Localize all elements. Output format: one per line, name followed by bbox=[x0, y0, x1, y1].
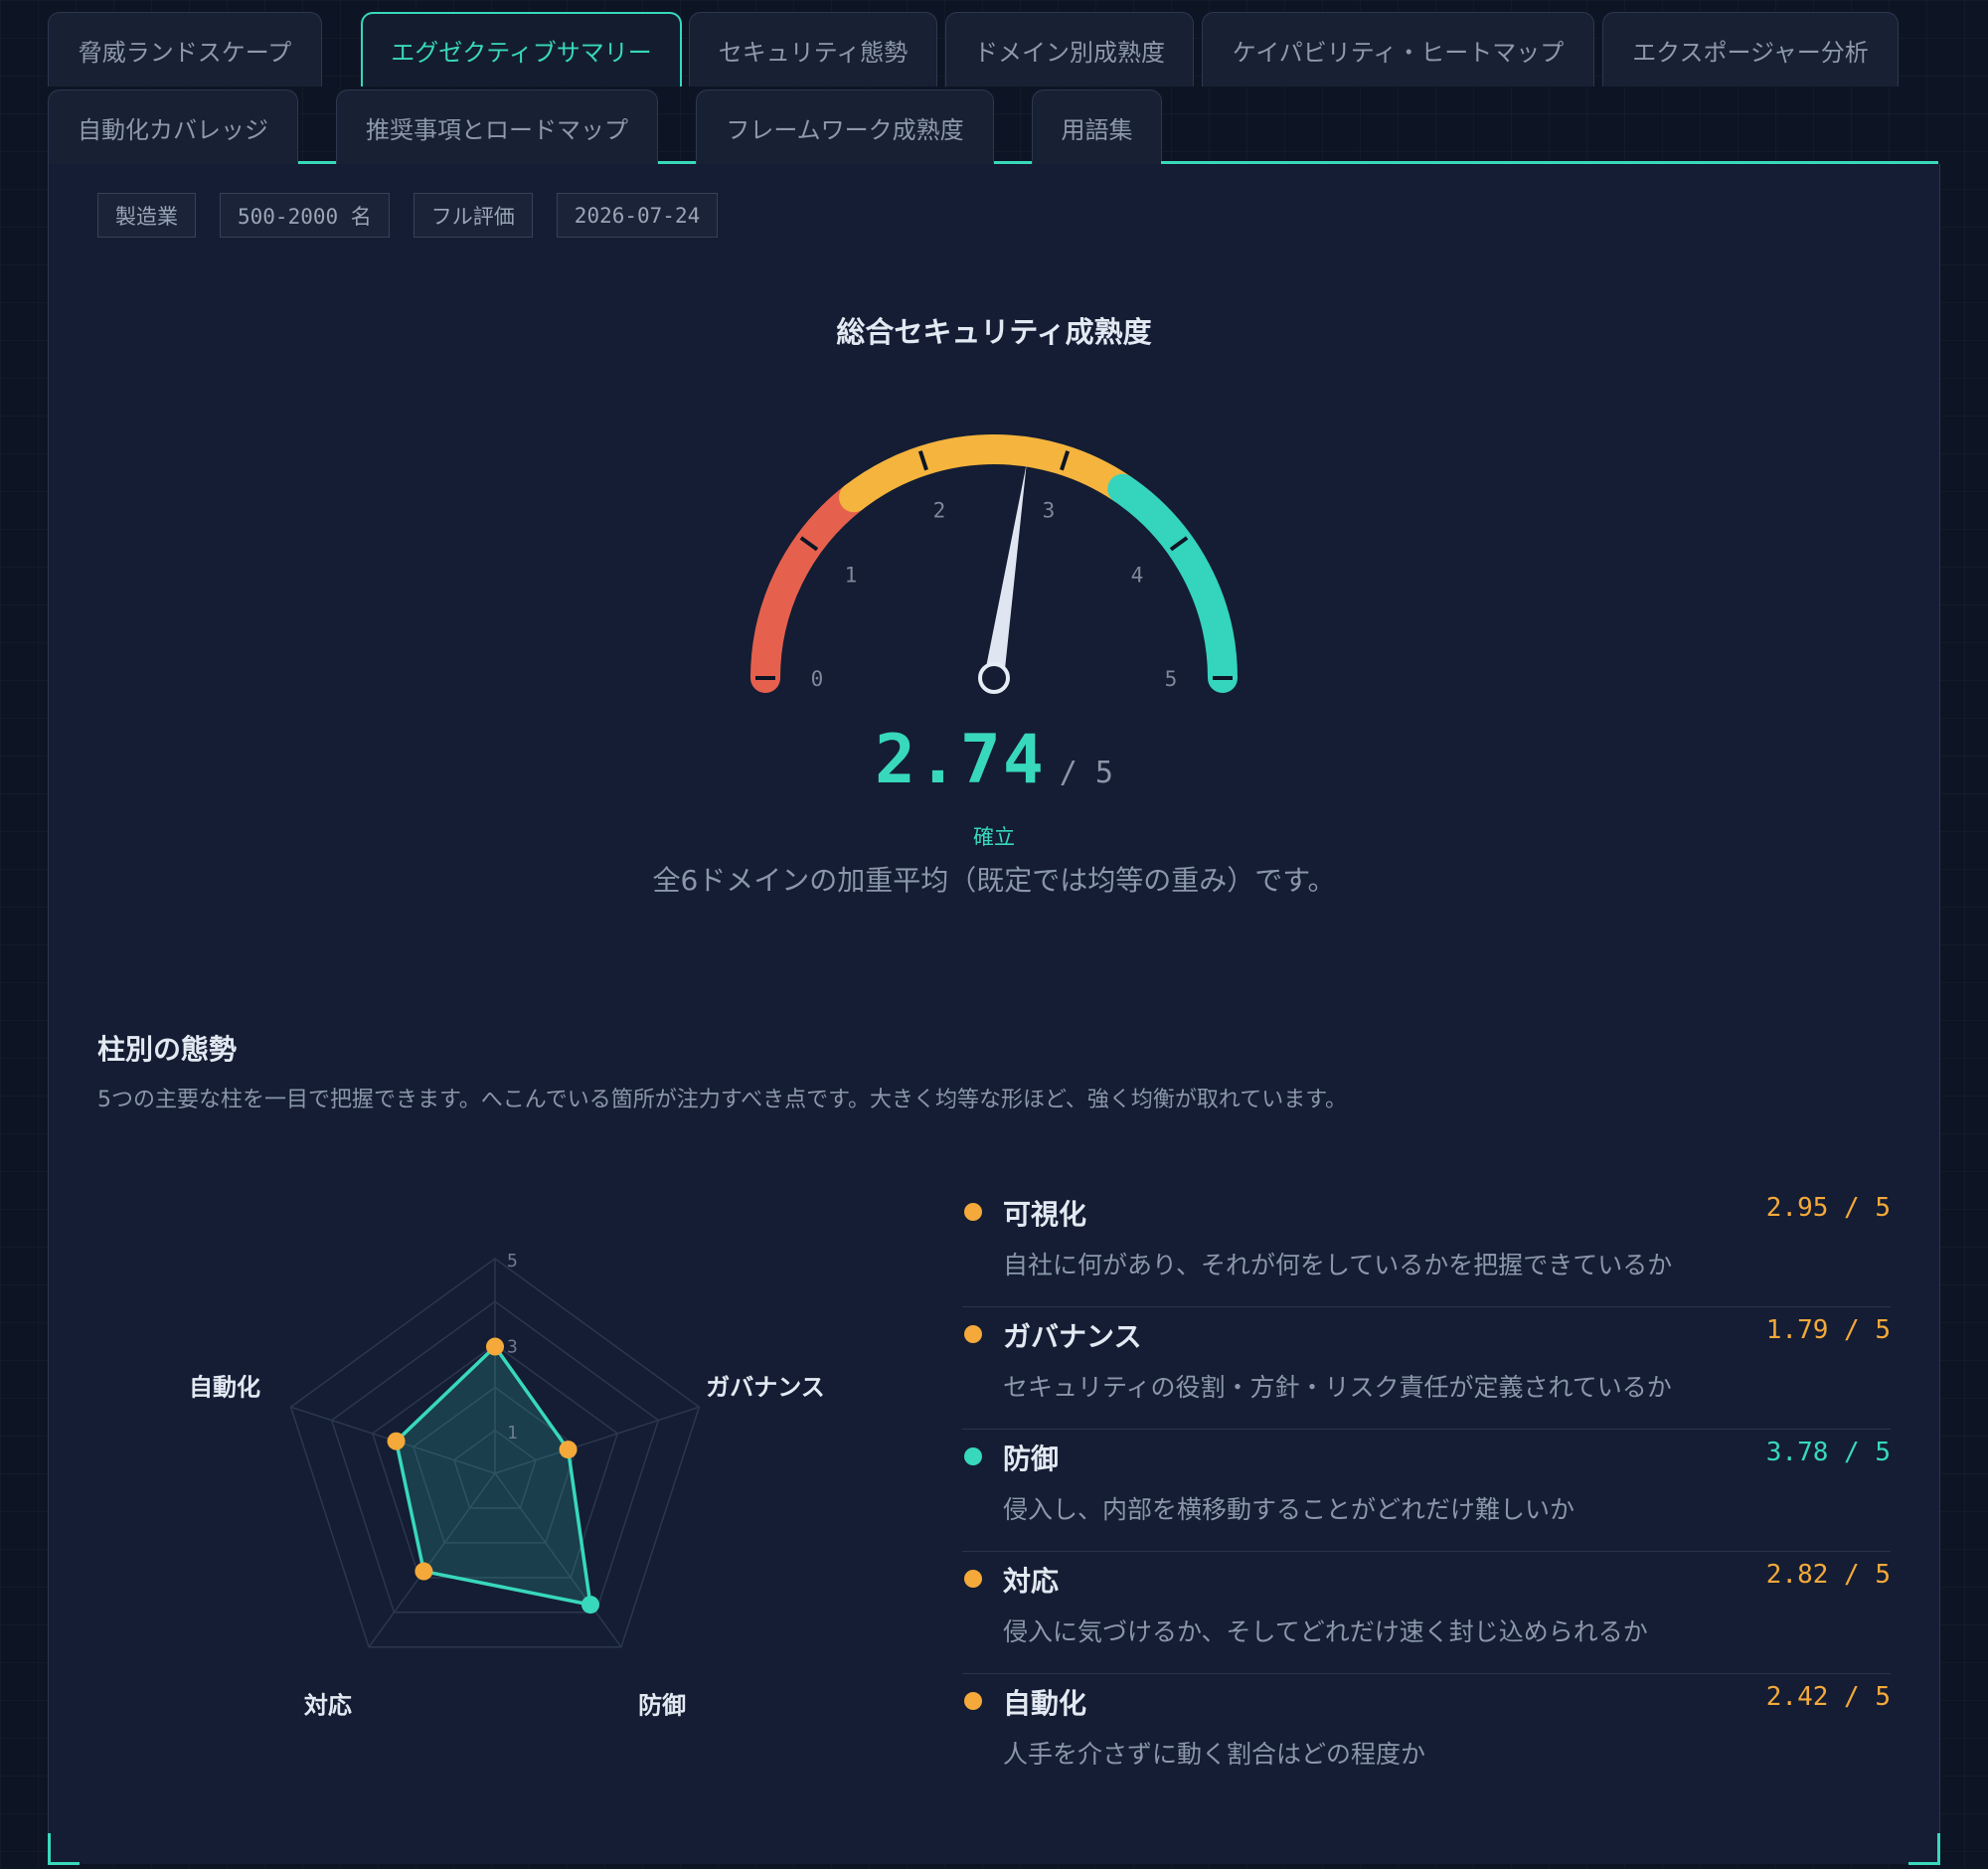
radar-point bbox=[387, 1432, 406, 1450]
pillar-name: 自動化 bbox=[1003, 1687, 1087, 1720]
corner-accent bbox=[1908, 1833, 1940, 1865]
pillar-item: 自動化 2.42 / 5 人手を介さずに動く割合はどの程度か bbox=[962, 1674, 1891, 1796]
radar-scale-label: 3 bbox=[507, 1336, 518, 1357]
pillar-score: 2.82 / 5 bbox=[1765, 1560, 1891, 1590]
tab-executive-summary[interactable]: エグゼクティブサマリー bbox=[361, 12, 682, 86]
overall-score: 2.74 / 5 bbox=[0, 721, 1988, 799]
section-title: 柱別の態勢 bbox=[97, 1033, 238, 1066]
radar-scale-label: 1 bbox=[507, 1423, 518, 1444]
maturity-gauge: 0 1 2 3 4 5 bbox=[750, 434, 1238, 694]
radar-axis-label: 対応 bbox=[304, 1691, 352, 1719]
pillar-description: セキュリティの役割・方針・リスク責任が定義されているか bbox=[1003, 1373, 1672, 1402]
pillar-item: 防御 3.78 / 5 侵入し、内部を横移動することがどれだけ難しいか bbox=[962, 1430, 1891, 1552]
pillar-description: 侵入に気づけるか、そしてどれだけ速く封じ込められるか bbox=[1003, 1617, 1648, 1646]
corner-accent bbox=[48, 1833, 80, 1865]
pillar-list: 可視化 2.95 / 5 自社に何があり、それが何をしているかを把握できているか… bbox=[962, 1185, 1891, 1796]
company-size-chip: 500-2000 名 bbox=[220, 193, 390, 238]
pillar-score: 1.79 / 5 bbox=[1765, 1315, 1891, 1345]
radar-axis-label: 防御 bbox=[638, 1691, 686, 1719]
status-dot bbox=[964, 1325, 982, 1343]
gauge-tick-label: 4 bbox=[1131, 563, 1144, 587]
pillar-item: ガバナンス 1.79 / 5 セキュリティの役割・方針・リスク責任が定義されてい… bbox=[962, 1307, 1891, 1430]
tab-glossary[interactable]: 用語集 bbox=[1032, 89, 1162, 164]
pillar-name: 対応 bbox=[1003, 1565, 1060, 1598]
assessment-meta: 製造業 500-2000 名 フル評価 2026-07-24 bbox=[97, 193, 719, 238]
pillar-item: 可視化 2.95 / 5 自社に何があり、それが何をしているかを把握できているか bbox=[962, 1185, 1891, 1307]
radar-scale-label: 5 bbox=[507, 1251, 518, 1272]
gauge-hub bbox=[978, 662, 1010, 694]
radar-axis-label: 自動化 bbox=[189, 1374, 260, 1402]
pillar-description: 侵入し、内部を横移動することがどれだけ難しいか bbox=[1003, 1495, 1575, 1524]
industry-chip: 製造業 bbox=[97, 193, 196, 238]
gauge-tick-label: 0 bbox=[811, 667, 824, 691]
radar-point bbox=[559, 1441, 578, 1459]
pillar-score: 2.95 / 5 bbox=[1765, 1193, 1891, 1223]
radar-axis-label: ガバナンス bbox=[706, 1374, 825, 1402]
tab-framework-maturity[interactable]: フレームワーク成熟度 bbox=[696, 89, 994, 164]
gauge-tick-label: 3 bbox=[1043, 499, 1056, 523]
radar-point bbox=[580, 1596, 599, 1614]
gauge-title: 総合セキュリティ成熟度 bbox=[836, 315, 1152, 349]
pillar-name: 防御 bbox=[1003, 1443, 1060, 1475]
pillar-description: 自社に何があり、それが何をしているかを把握できているか bbox=[1003, 1251, 1673, 1279]
status-dot bbox=[964, 1447, 982, 1465]
tab-domain-maturity[interactable]: ドメイン別成熟度 bbox=[945, 12, 1194, 86]
score-value: 2.74 bbox=[875, 721, 1046, 799]
status-dot bbox=[964, 1692, 982, 1710]
pillar-score: 2.42 / 5 bbox=[1765, 1682, 1891, 1712]
pillar-name: ガバナンス bbox=[1003, 1320, 1142, 1353]
section-description: 5つの主要な柱を一目で把握できます。へこんでいる箇所が注力すべき点です。大きく均… bbox=[97, 1088, 1348, 1112]
assessment-type-chip: フル評価 bbox=[413, 193, 533, 238]
score-max: / 5 bbox=[1059, 756, 1113, 790]
score-description: 全6ドメインの加重平均（既定では均等の重み）です。 bbox=[652, 864, 1336, 897]
status-dot bbox=[964, 1570, 982, 1588]
gauge-tick-label: 2 bbox=[933, 499, 946, 523]
date-chip: 2026-07-24 bbox=[556, 193, 719, 238]
pillar-name: 可視化 bbox=[1003, 1198, 1087, 1231]
pillar-score: 3.78 / 5 bbox=[1765, 1438, 1891, 1467]
tab-security-posture[interactable]: セキュリティ態勢 bbox=[689, 12, 937, 86]
tab-recommendations-roadmap[interactable]: 推奨事項とロードマップ bbox=[336, 89, 658, 164]
tab-automation-coverage[interactable]: 自動化カバレッジ bbox=[48, 89, 298, 164]
maturity-level: 確立 bbox=[973, 825, 1015, 849]
status-dot bbox=[964, 1203, 982, 1221]
pillar-description: 人手を介さずに動く割合はどの程度か bbox=[1003, 1740, 1426, 1769]
radar-point bbox=[414, 1562, 433, 1581]
tab-exposure-analysis[interactable]: エクスポージャー分析 bbox=[1602, 12, 1899, 86]
tab-threat-landscape[interactable]: 脅威ランドスケープ bbox=[48, 12, 322, 86]
gauge-needle bbox=[984, 463, 1027, 680]
tab-capability-heatmap[interactable]: ケイパビリティ・ヒートマップ bbox=[1202, 12, 1594, 86]
gauge-tick-label: 5 bbox=[1165, 667, 1178, 691]
gauge-band bbox=[750, 482, 870, 693]
pillar-item: 対応 2.82 / 5 侵入に気づけるか、そしてどれだけ速く封じ込められるか bbox=[962, 1552, 1891, 1674]
gauge-tick-label: 1 bbox=[845, 563, 858, 587]
gauge-band bbox=[839, 434, 1138, 513]
pillar-radar-chart: 531可視化ガバナンス防御対応自動化 bbox=[189, 1251, 825, 1719]
radar-point bbox=[486, 1337, 504, 1356]
